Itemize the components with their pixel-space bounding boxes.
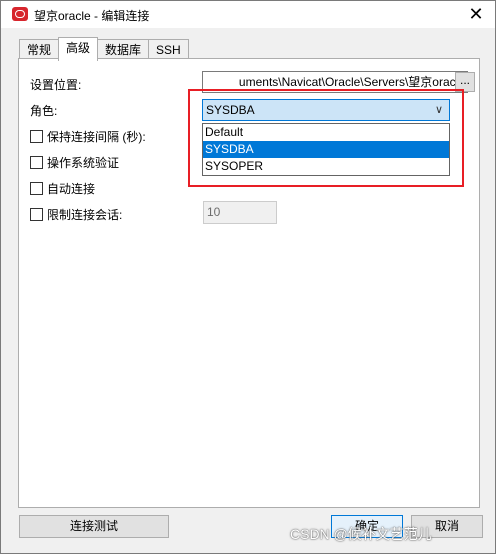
dialog-window: 望京oracle - 编辑连接 ✕ 常规 高级 数据库 SSH 设置位置: um…: [0, 0, 496, 554]
location-label: 设置位置:: [30, 78, 82, 92]
auto-connect-row: 自动连接: [30, 180, 95, 197]
role-option-default[interactable]: Default: [203, 124, 449, 141]
tab-database[interactable]: 数据库: [97, 39, 150, 60]
tab-general[interactable]: 常规: [19, 39, 60, 60]
auto-connect-label: 自动连接: [47, 182, 96, 196]
limit-sessions-checkbox[interactable]: [30, 208, 43, 221]
limit-sessions-row: 限制连接会话:: [30, 206, 122, 223]
os-auth-checkbox[interactable]: [30, 156, 43, 169]
role-option-sysdba[interactable]: SYSDBA: [203, 141, 449, 158]
role-dropdown-list: Default SYSDBA SYSOPER: [202, 123, 450, 176]
os-auth-row: 操作系统验证: [30, 154, 119, 171]
title-bar: 望京oracle - 编辑连接 ✕: [1, 1, 495, 28]
oracle-app-icon: [12, 7, 28, 21]
keepalive-checkbox[interactable]: [30, 130, 43, 143]
watermark-text: CSDN @候补文艺范儿: [290, 526, 432, 542]
test-connection-button[interactable]: 连接测试: [19, 515, 169, 538]
browse-button[interactable]: ...: [455, 72, 475, 92]
keepalive-row: 保持连接间隔 (秒):: [30, 128, 146, 145]
keepalive-label: 保持连接间隔 (秒):: [47, 130, 146, 144]
chevron-down-icon: ∨: [434, 104, 444, 116]
role-selected-value: SYSDBA: [206, 103, 255, 117]
window-title: 望京oracle - 编辑连接: [34, 9, 150, 23]
role-label: 角色:: [30, 104, 58, 118]
close-icon[interactable]: ✕: [465, 3, 487, 25]
tab-bar: 常规 高级 数据库 SSH: [19, 37, 189, 61]
limit-sessions-input[interactable]: 10: [203, 201, 277, 224]
location-field[interactable]: uments\Navicat\Oracle\Servers\望京oracle: [202, 71, 468, 93]
limit-sessions-label: 限制连接会话:: [47, 208, 123, 222]
advanced-panel: 设置位置: uments\Navicat\Oracle\Servers\望京or…: [18, 58, 480, 508]
tab-advanced[interactable]: 高级: [58, 37, 99, 61]
role-select[interactable]: SYSDBA ∨: [202, 99, 450, 121]
auto-connect-checkbox[interactable]: [30, 182, 43, 195]
tab-ssh[interactable]: SSH: [148, 39, 189, 60]
os-auth-label: 操作系统验证: [47, 156, 120, 170]
role-option-sysoper[interactable]: SYSOPER: [203, 158, 449, 175]
